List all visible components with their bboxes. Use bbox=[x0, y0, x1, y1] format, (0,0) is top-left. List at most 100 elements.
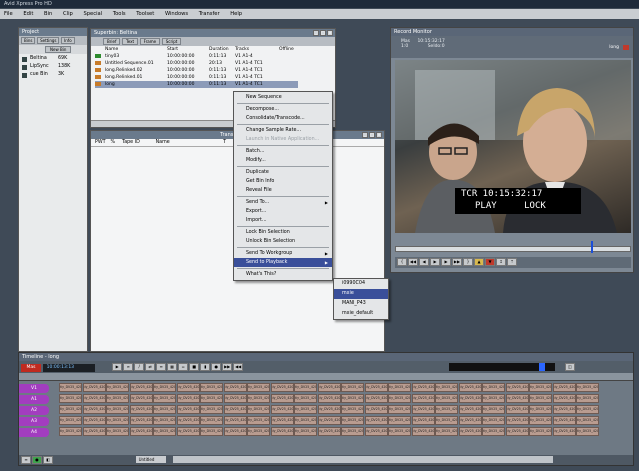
clip[interactable]: tiy_DV25_420 bbox=[129, 427, 153, 436]
segment-icon[interactable]: = bbox=[178, 363, 189, 371]
clip[interactable]: tiy_DV25_420 bbox=[505, 394, 529, 403]
clip[interactable]: tiy_DV25_420 bbox=[153, 427, 176, 436]
menu-item-send-to[interactable]: Send To... ▶ bbox=[234, 198, 332, 207]
clip[interactable]: tiy_DV25_420 bbox=[59, 405, 82, 414]
tab-settings[interactable]: Settings bbox=[37, 37, 60, 44]
col-start[interactable]: Start bbox=[167, 46, 209, 53]
clip[interactable]: tiy_DV25_420 bbox=[458, 383, 482, 392]
clip[interactable]: tiy_DV25_420 bbox=[482, 427, 505, 436]
viewer-titlebar[interactable]: Record Monitor bbox=[391, 28, 633, 36]
menu-tools[interactable]: Tools bbox=[113, 11, 126, 17]
clip[interactable]: tiy_DV25_420 bbox=[200, 405, 223, 414]
clip[interactable]: tiy_DV25_420 bbox=[223, 383, 247, 392]
clip[interactable]: tiy_DV25_420 bbox=[411, 394, 435, 403]
clip[interactable]: tiy_DV25_420 bbox=[176, 405, 200, 414]
clip[interactable]: tiy_DV25_420 bbox=[129, 394, 153, 403]
clip[interactable]: tiy_DV25_420 bbox=[294, 427, 317, 436]
menu-bin[interactable]: Bin bbox=[44, 11, 52, 17]
clip[interactable]: tiy_DV25_420 bbox=[59, 416, 82, 425]
table-row[interactable]: long.Relinked.02 10:00:00:00 0:11:13 V1 … bbox=[95, 67, 298, 74]
clip[interactable]: tiy_DV25_420 bbox=[458, 405, 482, 414]
position-bar[interactable] bbox=[395, 246, 631, 252]
clip[interactable]: tiy_DV25_420 bbox=[270, 416, 294, 425]
step-forward-icon[interactable]: ▶ bbox=[441, 258, 451, 266]
tab-script[interactable]: Script bbox=[161, 38, 182, 45]
clip[interactable]: tiy_DV25_420 bbox=[364, 416, 388, 425]
track-label-a4[interactable]: A4 bbox=[19, 428, 49, 437]
clip[interactable]: tiy_DV25_420 bbox=[505, 383, 529, 392]
clip[interactable]: tiy_DV25_420 bbox=[294, 383, 317, 392]
list-icon[interactable]: ≡ bbox=[156, 363, 167, 371]
menu-item-batch[interactable]: Batch... bbox=[234, 147, 332, 156]
clip[interactable]: tiy_DV25_420 bbox=[223, 427, 247, 436]
track-label-a1[interactable]: A1 bbox=[19, 395, 49, 404]
clip[interactable]: tiy_DV25_420 bbox=[82, 383, 106, 392]
clip[interactable]: tiy_DV25_420 bbox=[576, 394, 599, 403]
clip[interactable]: tiy_DV25_420 bbox=[505, 416, 529, 425]
clip[interactable]: tiy_DV25_420 bbox=[106, 416, 129, 425]
menu-item-send-to-playback[interactable]: Send to Playback ▶ bbox=[234, 258, 332, 267]
play-icon[interactable]: ▶ bbox=[112, 363, 123, 371]
clip[interactable]: tiy_DV25_420 bbox=[364, 394, 388, 403]
stop-icon[interactable]: ■ bbox=[189, 363, 200, 371]
tab-brief[interactable]: Brief bbox=[103, 38, 121, 45]
col-offline[interactable]: Offline bbox=[279, 46, 298, 53]
menu-item-export[interactable]: Export... bbox=[234, 207, 332, 216]
menu-item-reveal-file[interactable]: Reveal File bbox=[234, 186, 332, 195]
pen-icon[interactable]: / bbox=[134, 363, 145, 371]
menu-item-unlock-bin-selection[interactable]: Unlock Bin Selection bbox=[234, 237, 332, 246]
clip[interactable]: tiy_DV25_420 bbox=[153, 405, 176, 414]
clip[interactable]: tiy_DV25_420 bbox=[435, 405, 458, 414]
tab-bins[interactable]: Bins bbox=[21, 37, 36, 44]
clip[interactable]: tiy_DV25_420 bbox=[576, 416, 599, 425]
clip[interactable]: tiy_DV25_420 bbox=[388, 383, 411, 392]
menu-edit[interactable]: Edit bbox=[23, 11, 33, 17]
clip[interactable]: tiy_DV25_420 bbox=[176, 394, 200, 403]
clip[interactable]: tiy_DV25_420 bbox=[247, 383, 270, 392]
clip[interactable]: tiy_DV25_420 bbox=[435, 394, 458, 403]
clip[interactable]: tiy_DV25_420 bbox=[505, 405, 529, 414]
clip[interactable]: tiy_DV25_420 bbox=[82, 405, 106, 414]
submenu-item-selected[interactable]: mxie bbox=[334, 289, 388, 299]
clip[interactable]: tiy_DV25_420 bbox=[270, 427, 294, 436]
extract-icon[interactable]: ⇡ bbox=[507, 258, 517, 266]
clip[interactable]: tiy_DV25_420 bbox=[552, 405, 576, 414]
clip-menu-icon[interactable] bbox=[623, 45, 629, 50]
maximize-icon[interactable]: □ bbox=[369, 132, 375, 138]
clip[interactable]: tiy_DV25_420 bbox=[482, 394, 505, 403]
menu-item-change-sample-rate[interactable]: Change Sample Rate... bbox=[234, 126, 332, 135]
play-icon[interactable]: ▶ bbox=[430, 258, 440, 266]
clip[interactable]: tiy_DV25_420 bbox=[576, 427, 599, 436]
overwrite-icon[interactable]: ▼ bbox=[485, 258, 495, 266]
clip[interactable]: tiy_DV25_420 bbox=[458, 394, 482, 403]
clip[interactable]: tiy_DV25_420 bbox=[505, 427, 529, 436]
clip[interactable]: tiy_DV25_420 bbox=[364, 405, 388, 414]
submenu-item[interactable]: mxie_default bbox=[334, 309, 388, 319]
position-indicator[interactable] bbox=[591, 241, 593, 253]
close-icon[interactable]: × bbox=[327, 30, 333, 36]
link-icon[interactable]: ∞ bbox=[123, 363, 134, 371]
col-name[interactable]: Name bbox=[105, 46, 167, 53]
clip[interactable]: tiy_DV25_420 bbox=[294, 405, 317, 414]
clip[interactable]: tiy_DV25_420 bbox=[153, 416, 176, 425]
menu-item-modify[interactable]: Modify... bbox=[234, 156, 332, 165]
fast-forward-icon[interactable]: ▶▶ bbox=[452, 258, 462, 266]
timeline-scale-thumb[interactable] bbox=[539, 363, 545, 371]
clip[interactable]: tiy_DV25_420 bbox=[411, 383, 435, 392]
zoom-icon[interactable]: ◫ bbox=[565, 363, 575, 371]
clip[interactable]: tiy_DV25_420 bbox=[247, 394, 270, 403]
clip[interactable]: tiy_DV25_420 bbox=[59, 394, 82, 403]
clip[interactable]: tiy_DV25_420 bbox=[129, 416, 153, 425]
clip[interactable]: tiy_DV25_420 bbox=[270, 383, 294, 392]
new-bin-button[interactable]: New Bin bbox=[45, 46, 72, 53]
table-row[interactable]: long.Relinked.01 10:00:00:00 0:11:13 V1 … bbox=[95, 74, 298, 81]
clip[interactable]: tiy_DV25_420 bbox=[388, 427, 411, 436]
fast-menu-icon[interactable]: ≡ bbox=[21, 456, 31, 464]
lift-icon[interactable]: ↥ bbox=[496, 258, 506, 266]
clip[interactable]: tiy_DV25_420 bbox=[129, 405, 153, 414]
mark-icon[interactable]: ▮ bbox=[200, 363, 211, 371]
video-frame[interactable]: TCR 10:15:32:17 PLAY LOCK bbox=[395, 60, 631, 233]
timeline-hscroll[interactable] bbox=[173, 456, 554, 463]
menu-special[interactable]: Special bbox=[83, 11, 102, 17]
menu-item-import[interactable]: Import... bbox=[234, 216, 332, 225]
